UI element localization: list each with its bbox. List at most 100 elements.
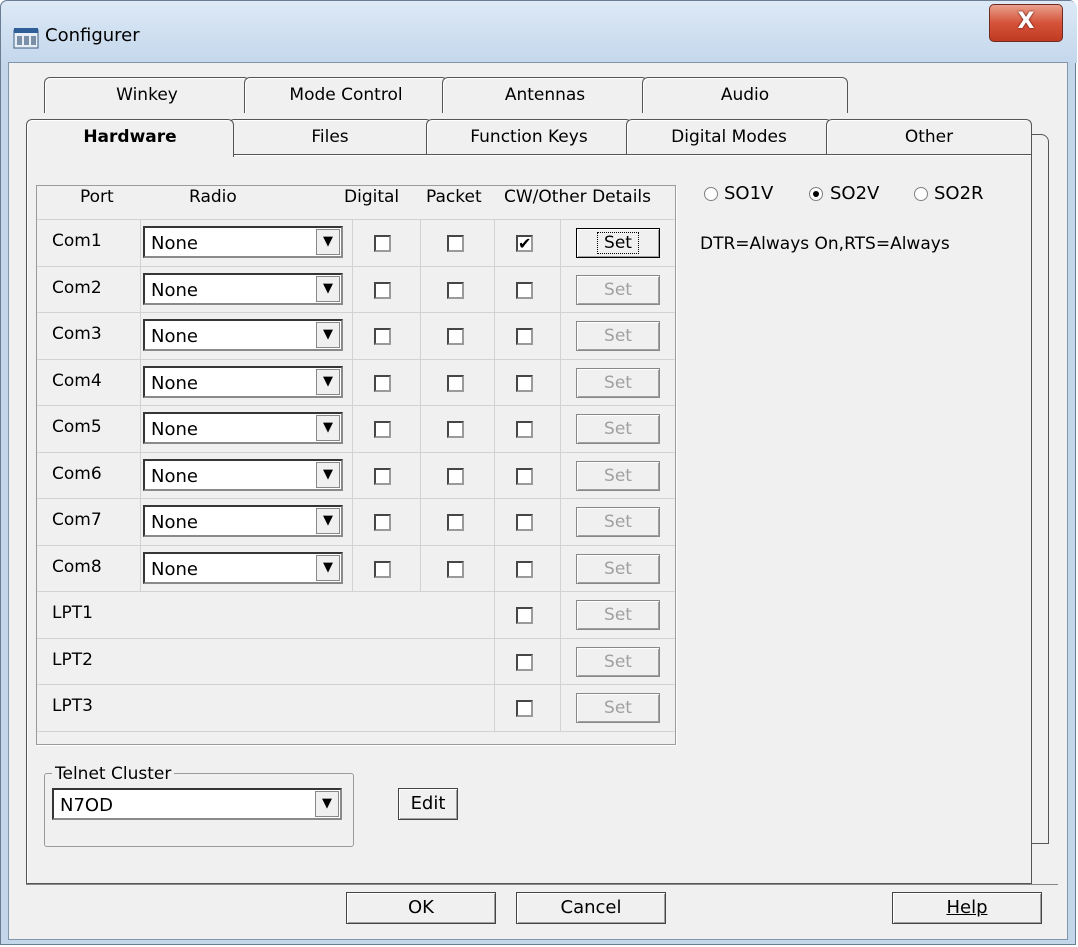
radio-select[interactable]: None ▼ xyxy=(143,412,343,444)
grid-column-divider xyxy=(494,219,495,731)
packet-checkbox[interactable] xyxy=(447,468,464,485)
radio-select[interactable]: None ▼ xyxy=(143,459,343,491)
help-label: Help xyxy=(946,897,988,918)
grid-row-divider xyxy=(37,219,675,220)
set-button[interactable]: Set xyxy=(576,414,660,444)
tab-other[interactable]: Other xyxy=(826,119,1032,155)
digital-checkbox[interactable] xyxy=(374,328,391,345)
port-label: Com2 xyxy=(52,278,102,298)
chevron-down-icon[interactable]: ▼ xyxy=(315,791,339,817)
telnet-cluster-value: N7OD xyxy=(60,795,113,816)
help-button[interactable]: Help xyxy=(892,892,1042,924)
radio-select-value: None xyxy=(151,466,198,487)
cw-checkbox[interactable] xyxy=(516,328,533,345)
tab-mode-control[interactable]: Mode Control xyxy=(244,77,448,113)
digital-checkbox[interactable] xyxy=(374,468,391,485)
cw-checkbox[interactable] xyxy=(516,514,533,531)
tab-winkey[interactable]: Winkey xyxy=(44,77,250,113)
set-button[interactable]: Set xyxy=(576,461,660,491)
port-label: Com5 xyxy=(52,417,102,437)
chevron-down-icon[interactable]: ▼ xyxy=(316,415,340,441)
cw-checkbox[interactable] xyxy=(516,561,533,578)
cw-checkbox[interactable] xyxy=(516,421,533,438)
grid-row-divider xyxy=(37,731,675,732)
chevron-down-icon[interactable]: ▼ xyxy=(316,322,340,348)
cw-checkbox[interactable] xyxy=(516,282,533,299)
title-bar[interactable]: Configurer xyxy=(1,1,1077,63)
packet-checkbox[interactable] xyxy=(447,421,464,438)
packet-checkbox[interactable] xyxy=(447,514,464,531)
cw-checkbox[interactable]: ✔ xyxy=(516,235,533,252)
chevron-down-icon[interactable]: ▼ xyxy=(316,462,340,488)
packet-checkbox[interactable] xyxy=(447,561,464,578)
ok-button[interactable]: OK xyxy=(346,892,496,924)
set-button[interactable]: Set xyxy=(576,275,660,305)
packet-column-header: Packet xyxy=(424,187,484,207)
close-button[interactable]: X xyxy=(989,4,1063,42)
packet-checkbox[interactable] xyxy=(447,328,464,345)
edit-button[interactable]: Edit xyxy=(398,788,458,820)
chevron-down-icon[interactable]: ▼ xyxy=(316,369,340,395)
radio-select[interactable]: None ▼ xyxy=(143,273,343,305)
set-button[interactable]: Set xyxy=(576,321,660,351)
grid-row-divider xyxy=(37,591,675,592)
set-button[interactable]: Set xyxy=(576,228,660,258)
set-button[interactable]: Set xyxy=(576,600,660,630)
tab-function-keys[interactable]: Function Keys xyxy=(426,119,632,155)
port-label: Com4 xyxy=(52,371,102,391)
set-button[interactable]: Set xyxy=(576,647,660,677)
port-label: LPT2 xyxy=(52,650,93,670)
cancel-button[interactable]: Cancel xyxy=(516,892,666,924)
digital-checkbox[interactable] xyxy=(374,421,391,438)
tab-label: Digital Modes xyxy=(671,127,787,147)
telnet-cluster-select[interactable]: N7OD ▼ xyxy=(52,788,342,820)
chevron-down-icon[interactable]: ▼ xyxy=(316,276,340,302)
packet-checkbox[interactable] xyxy=(447,235,464,252)
window-title: Configurer xyxy=(45,25,140,46)
so2r-radio[interactable] xyxy=(914,187,928,201)
packet-checkbox[interactable] xyxy=(447,282,464,299)
tab-hardware[interactable]: Hardware xyxy=(26,119,234,157)
radio-select[interactable]: None ▼ xyxy=(143,366,343,398)
radio-select[interactable]: None ▼ xyxy=(143,319,343,351)
chevron-down-icon[interactable]: ▼ xyxy=(316,555,340,581)
so1v-radio[interactable] xyxy=(704,187,718,201)
set-button[interactable]: Set xyxy=(576,368,660,398)
chevron-down-icon[interactable]: ▼ xyxy=(316,229,340,255)
tab-audio[interactable]: Audio xyxy=(642,77,848,113)
tab-antennas[interactable]: Antennas xyxy=(442,77,648,113)
chevron-down-icon[interactable]: ▼ xyxy=(316,508,340,534)
cw-checkbox[interactable] xyxy=(516,468,533,485)
cw-checkbox[interactable] xyxy=(516,700,533,717)
grid-column-divider xyxy=(140,219,141,591)
digital-checkbox[interactable] xyxy=(374,375,391,392)
tab-digital-modes[interactable]: Digital Modes xyxy=(626,119,832,155)
grid-column-divider xyxy=(560,219,561,731)
digital-checkbox[interactable] xyxy=(374,235,391,252)
cw-checkbox[interactable] xyxy=(516,375,533,392)
radio-select[interactable]: None ▼ xyxy=(143,505,343,537)
set-button-label: Set xyxy=(597,232,639,254)
grid-row-divider xyxy=(37,452,675,453)
digital-checkbox[interactable] xyxy=(374,514,391,531)
digital-checkbox[interactable] xyxy=(374,282,391,299)
so2v-radio[interactable] xyxy=(809,187,823,201)
packet-checkbox[interactable] xyxy=(447,375,464,392)
set-button[interactable]: Set xyxy=(576,507,660,537)
tab-files[interactable]: Files xyxy=(228,119,432,155)
set-button[interactable]: Set xyxy=(576,693,660,723)
cw-checkbox[interactable] xyxy=(516,654,533,671)
set-button-label: Set xyxy=(604,419,632,439)
set-button-label: Set xyxy=(604,652,632,672)
radio-select[interactable]: None ▼ xyxy=(143,552,343,584)
grid-row-divider xyxy=(37,405,675,406)
tab-label: Function Keys xyxy=(470,127,588,147)
cw-checkbox[interactable] xyxy=(516,607,533,624)
tab-label: Winkey xyxy=(116,85,178,105)
so2r-label: SO2R xyxy=(934,183,984,204)
digital-checkbox[interactable] xyxy=(374,561,391,578)
set-button[interactable]: Set xyxy=(576,554,660,584)
radio-select[interactable]: None ▼ xyxy=(143,226,343,258)
radio-select-value: None xyxy=(151,559,198,580)
tab-label: Antennas xyxy=(504,85,586,105)
